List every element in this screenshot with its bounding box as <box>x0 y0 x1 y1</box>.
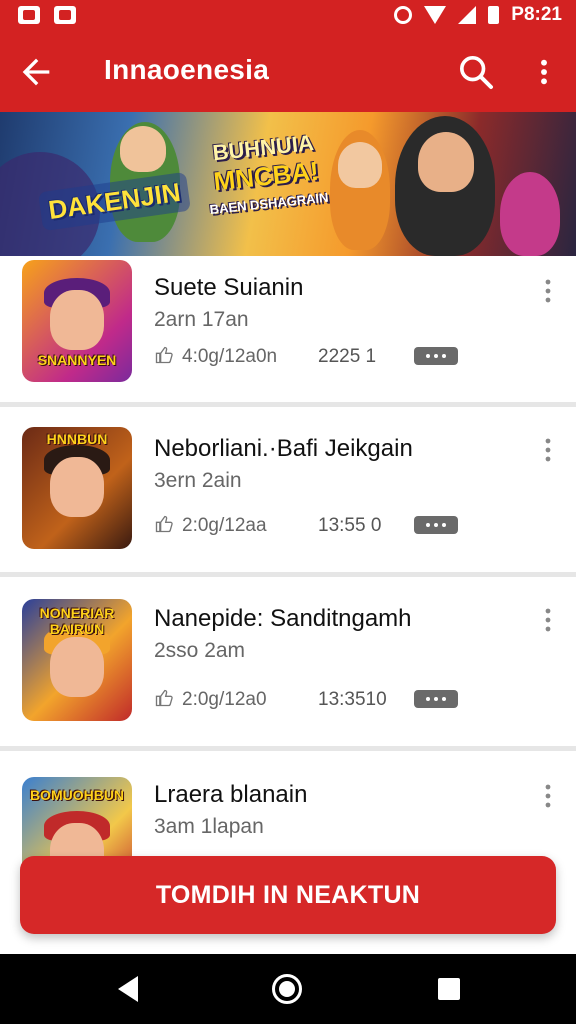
app-thumbnail: NONERIAR BAIRUN <box>22 599 132 721</box>
item-size: 2:0g/12a0 <box>182 689 267 710</box>
status-time: P8:21 <box>511 4 562 25</box>
thumbs-up-icon <box>154 344 174 366</box>
item-more-icon[interactable] <box>536 276 560 306</box>
nav-home-icon[interactable] <box>272 974 302 1004</box>
list-item[interactable]: SNANNYEN Suete Suianin 2arn 17an 4:0g/12… <box>0 256 576 404</box>
item-meta: 2:0g/12a0 13:3510 <box>154 687 464 713</box>
battery-icon <box>488 6 500 24</box>
list-item[interactable]: NONERIAR BAIRUN Nanepide: Sanditngamh 2s… <box>0 577 576 725</box>
thumbnail-text: HNNBUN <box>46 431 108 447</box>
app-icon <box>54 6 76 24</box>
more-vert-icon[interactable] <box>528 52 560 92</box>
item-size: 4:0g/12a0n <box>182 346 278 367</box>
app-icon <box>18 6 40 24</box>
more-badge[interactable] <box>414 690 458 708</box>
status-notifications <box>18 6 76 24</box>
item-count: 2225 1 <box>318 346 377 367</box>
banner-hero-face <box>120 126 166 172</box>
banner-hero <box>500 172 560 256</box>
banner-hero-face <box>338 142 382 188</box>
page-title: Innaoenesia <box>104 54 270 85</box>
app-thumbnail: SNANNYEN <box>22 260 132 382</box>
app-thumbnail: HNNBUN <box>22 427 132 549</box>
item-subtitle: 2sso 2am <box>154 639 246 662</box>
banner-hero-face <box>418 132 474 192</box>
status-system: P8:21 <box>394 4 562 26</box>
more-badge[interactable] <box>414 516 458 534</box>
search-icon[interactable] <box>456 52 496 92</box>
nav-recents-icon[interactable] <box>438 978 460 1000</box>
item-size: 2:0g/12aa <box>182 515 267 536</box>
primary-cta-button[interactable]: TOMDIH IN NEAKTUN <box>20 856 556 934</box>
item-meta: 2:0g/12aa 13:55 0 <box>154 513 464 539</box>
thumbnail-text: NONERIAR BAIRUN <box>39 605 115 637</box>
item-more-icon[interactable] <box>536 605 560 635</box>
system-nav-bar <box>0 954 576 1024</box>
item-subtitle: 3ern 2ain <box>154 469 242 492</box>
app-bar: Innaoenesia <box>0 36 576 112</box>
more-badge[interactable] <box>414 347 458 365</box>
signal-icon <box>458 6 477 24</box>
status-bar: P8:21 <box>0 0 576 36</box>
item-title: Neborliani.·Bafi Jeikgain <box>154 435 413 462</box>
banner-title: BUHNUIA MNCBA! BAEN DSHAGRAIN <box>192 125 340 225</box>
alarm-icon <box>394 6 413 24</box>
item-title: Nanepide: Sanditngamh <box>154 605 412 632</box>
item-title: Lraera blanain <box>154 781 308 808</box>
item-meta: 4:0g/12a0n 2225 1 <box>154 344 464 370</box>
arrow-left-icon[interactable] <box>16 52 56 92</box>
nav-back-icon[interactable] <box>118 976 138 1002</box>
thumbs-up-icon <box>154 687 174 709</box>
wifi-icon <box>424 6 447 24</box>
item-count: 13:3510 <box>318 689 387 710</box>
list-item[interactable]: HNNBUN Neborliani.·Bafi Jeikgain 3ern 2a… <box>0 407 576 555</box>
item-count: 13:55 0 <box>318 515 382 536</box>
item-title: Suete Suianin <box>154 274 304 301</box>
item-subtitle: 2arn 17an <box>154 308 249 331</box>
promo-banner[interactable]: BUHNUIA MNCBA! BAEN DSHAGRAIN DAKENJIN <box>0 112 576 256</box>
thumbs-up-icon <box>154 513 174 535</box>
thumbnail-text: BOMUOHBUN <box>29 787 125 803</box>
item-more-icon[interactable] <box>536 435 560 465</box>
item-subtitle: 3am 1lapan <box>154 815 264 838</box>
thumbnail-text: SNANNYEN <box>37 352 117 368</box>
item-more-icon[interactable] <box>536 781 560 811</box>
